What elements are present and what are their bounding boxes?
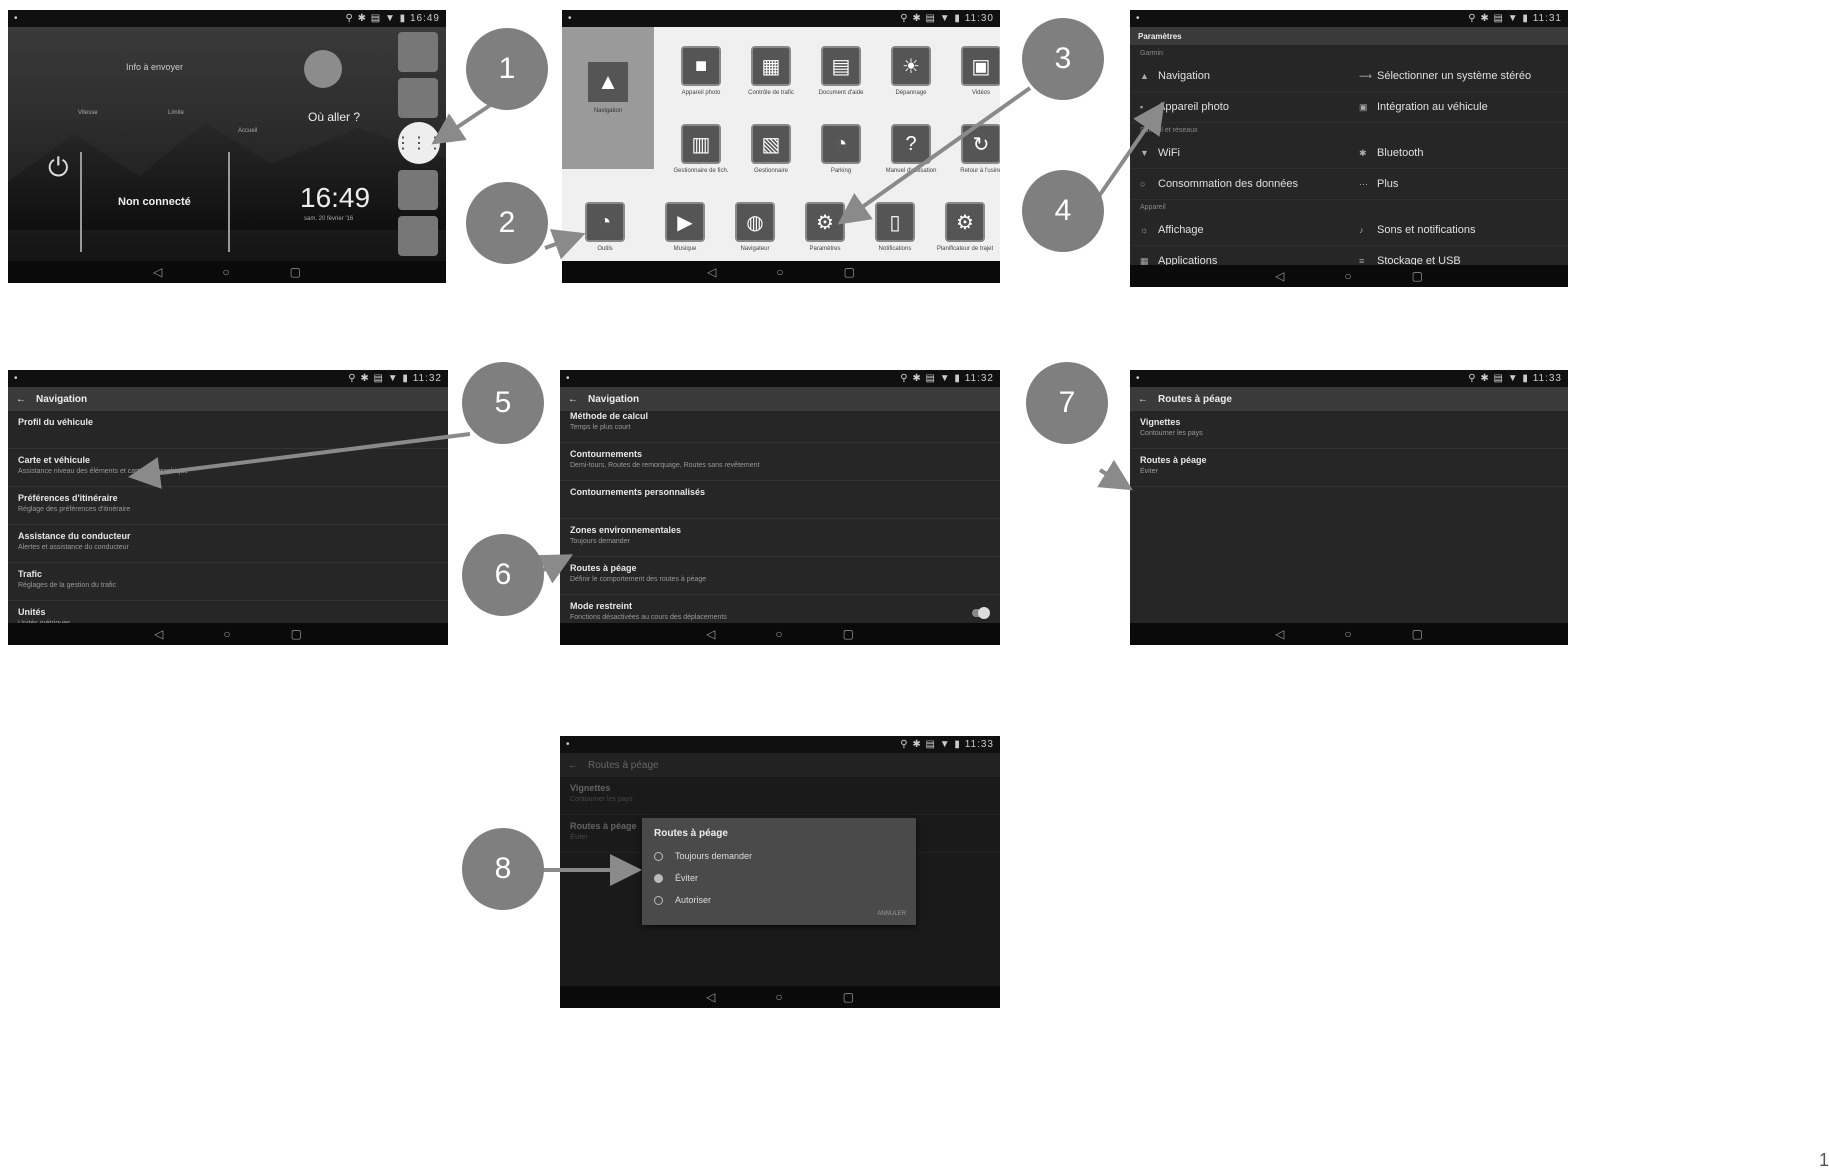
callout-8: 8 <box>462 828 544 910</box>
callout-4: 4 <box>1022 170 1104 252</box>
callout-3: 3 <box>1022 18 1104 100</box>
callout-7: 7 <box>1026 362 1108 444</box>
callout-arrows <box>128 86 1165 886</box>
callout-2: 2 <box>466 182 548 264</box>
callout-1: 1 <box>466 28 548 110</box>
arrow-5 <box>128 432 471 489</box>
page-number: 1 <box>1818 1150 1829 1170</box>
arrow-3 <box>837 86 1032 225</box>
callout-6: 6 <box>462 534 544 616</box>
callout-5: 5 <box>462 362 544 444</box>
arrow-7 <box>1097 459 1133 491</box>
arrow-2 <box>544 229 586 260</box>
